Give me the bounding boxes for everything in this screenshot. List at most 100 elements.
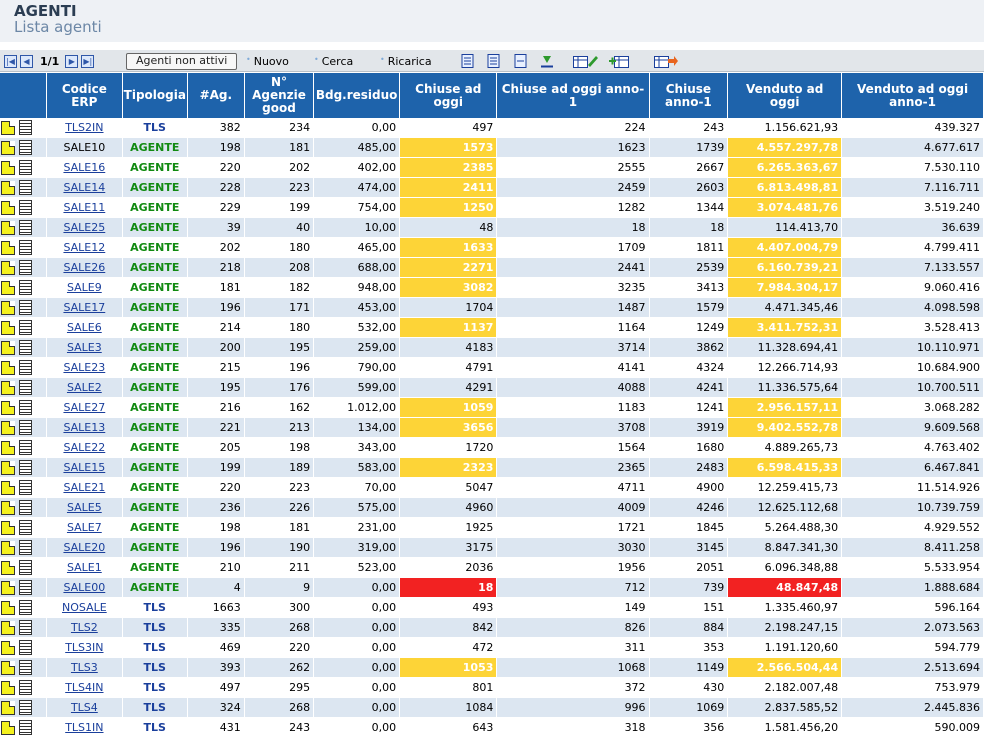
edit-document-icon[interactable] bbox=[1, 500, 15, 515]
add-row-icon[interactable] bbox=[608, 54, 634, 68]
details-list-icon[interactable] bbox=[19, 720, 32, 735]
details-list-icon[interactable] bbox=[19, 380, 32, 395]
details-list-icon[interactable] bbox=[19, 440, 32, 455]
cerca-button[interactable]: Cerca bbox=[314, 55, 354, 68]
edit-document-icon[interactable] bbox=[1, 560, 15, 575]
edit-document-icon[interactable] bbox=[1, 220, 15, 235]
details-list-icon[interactable] bbox=[19, 280, 32, 295]
details-list-icon[interactable] bbox=[19, 220, 32, 235]
edit-document-icon[interactable] bbox=[1, 320, 15, 335]
codice-erp-link[interactable]: SALE9 bbox=[67, 281, 102, 294]
edit-document-icon[interactable] bbox=[1, 420, 15, 435]
details-list-icon[interactable] bbox=[19, 540, 32, 555]
edit-document-icon[interactable] bbox=[1, 440, 15, 455]
list-view-icon[interactable] bbox=[487, 54, 501, 68]
edit-document-icon[interactable] bbox=[1, 580, 15, 595]
edit-document-icon[interactable] bbox=[1, 680, 15, 695]
details-list-icon[interactable] bbox=[19, 240, 32, 255]
codice-erp-link[interactable]: SALE20 bbox=[63, 541, 105, 554]
details-list-icon[interactable] bbox=[19, 460, 32, 475]
nuovo-button[interactable]: Nuovo bbox=[246, 55, 289, 68]
codice-erp-link[interactable]: SALE5 bbox=[67, 501, 102, 514]
edit-document-icon[interactable] bbox=[1, 200, 15, 215]
details-list-icon[interactable] bbox=[19, 660, 32, 675]
codice-erp-link[interactable]: SALE11 bbox=[63, 201, 105, 214]
col-header-chiuse-ad-oggi-anno-1[interactable]: Chiuse ad oggi anno-1 bbox=[496, 73, 650, 118]
codice-erp-link[interactable]: SALE6 bbox=[67, 321, 102, 334]
edit-document-icon[interactable] bbox=[1, 380, 15, 395]
edit-document-icon[interactable] bbox=[1, 480, 15, 495]
edit-document-icon[interactable] bbox=[1, 640, 15, 655]
first-page-icon[interactable]: |◀ bbox=[4, 54, 17, 68]
edit-document-icon[interactable] bbox=[1, 660, 15, 675]
codice-erp-link[interactable]: TLS3 bbox=[71, 661, 98, 674]
edit-document-icon[interactable] bbox=[1, 400, 15, 415]
edit-document-icon[interactable] bbox=[1, 460, 15, 475]
codice-erp-link[interactable]: TLS2IN bbox=[65, 121, 103, 134]
codice-erp-link[interactable]: SALE21 bbox=[63, 481, 105, 494]
codice-erp-link[interactable]: TLS1IN bbox=[65, 721, 103, 734]
edit-document-icon[interactable] bbox=[1, 340, 15, 355]
col-header-chiuse-anno-1[interactable]: Chiuse anno-1 bbox=[649, 73, 729, 118]
download-icon[interactable] bbox=[540, 54, 554, 68]
col-header-agenzie-good[interactable]: N° Agenzie good bbox=[244, 73, 315, 118]
codice-erp-link[interactable]: SALE2 bbox=[67, 381, 102, 394]
edit-document-icon[interactable] bbox=[1, 520, 15, 535]
details-list-icon[interactable] bbox=[19, 340, 32, 355]
details-list-icon[interactable] bbox=[19, 200, 32, 215]
col-header-chiuse-ad-oggi[interactable]: Chiuse ad oggi bbox=[399, 73, 498, 118]
codice-erp-link[interactable]: SALE17 bbox=[63, 301, 105, 314]
col-header-codice-erp[interactable]: Codice ERP bbox=[46, 73, 123, 118]
edit-document-icon[interactable] bbox=[1, 120, 15, 135]
details-list-icon[interactable] bbox=[19, 120, 32, 135]
details-list-icon[interactable] bbox=[19, 580, 32, 595]
edit-document-icon[interactable] bbox=[1, 160, 15, 175]
details-list-icon[interactable] bbox=[19, 520, 32, 535]
edit-document-icon[interactable] bbox=[1, 180, 15, 195]
codice-erp-link[interactable]: SALE26 bbox=[63, 261, 105, 274]
prev-page-icon[interactable]: ◀ bbox=[20, 54, 33, 68]
col-header-num-ag[interactable]: #Ag. bbox=[187, 73, 245, 118]
codice-erp-link[interactable]: SALE14 bbox=[63, 181, 105, 194]
col-header-venduto-ad-oggi[interactable]: Venduto ad oggi bbox=[727, 73, 843, 118]
details-list-icon[interactable] bbox=[19, 300, 32, 315]
edit-document-icon[interactable] bbox=[1, 600, 15, 615]
ricarica-button[interactable]: Ricarica bbox=[380, 55, 432, 68]
edit-document-icon[interactable] bbox=[1, 360, 15, 375]
codice-erp-link[interactable]: SALE25 bbox=[63, 221, 105, 234]
details-list-icon[interactable] bbox=[19, 320, 32, 335]
col-header-tipologia[interactable]: Tipologia bbox=[122, 73, 188, 118]
next-page-icon[interactable]: ▶ bbox=[65, 54, 79, 68]
details-list-icon[interactable] bbox=[19, 640, 32, 655]
details-list-icon[interactable] bbox=[19, 360, 32, 375]
details-list-icon[interactable] bbox=[19, 620, 32, 635]
details-list-icon[interactable] bbox=[19, 420, 32, 435]
edit-document-icon[interactable] bbox=[1, 140, 15, 155]
inactive-agents-button[interactable]: Agenti non attivi bbox=[126, 52, 238, 70]
codice-erp-link[interactable]: SALE27 bbox=[63, 401, 105, 414]
col-header-bdg-residuo[interactable]: Bdg.residuo bbox=[313, 73, 401, 118]
details-list-icon[interactable] bbox=[19, 560, 32, 575]
details-list-icon[interactable] bbox=[19, 700, 32, 715]
codice-erp-link[interactable]: SALE12 bbox=[63, 241, 105, 254]
edit-document-icon[interactable] bbox=[1, 700, 15, 715]
export-icon[interactable] bbox=[654, 54, 678, 68]
codice-erp-link[interactable]: SALE13 bbox=[63, 421, 105, 434]
codice-erp-link[interactable]: TLS2 bbox=[71, 621, 98, 634]
details-list-icon[interactable] bbox=[19, 160, 32, 175]
codice-erp-link[interactable]: TLS4IN bbox=[65, 681, 103, 694]
details-list-icon[interactable] bbox=[19, 600, 32, 615]
details-list-icon[interactable] bbox=[19, 500, 32, 515]
edit-document-icon[interactable] bbox=[1, 240, 15, 255]
edit-document-icon[interactable] bbox=[1, 260, 15, 275]
codice-erp-link[interactable]: NOSALE bbox=[62, 601, 107, 614]
codice-erp-link[interactable]: SALE23 bbox=[63, 361, 105, 374]
codice-erp-link[interactable]: SALE15 bbox=[63, 461, 105, 474]
edit-document-icon[interactable] bbox=[1, 540, 15, 555]
edit-document-icon[interactable] bbox=[1, 620, 15, 635]
details-list-icon[interactable] bbox=[19, 260, 32, 275]
details-list-icon[interactable] bbox=[19, 180, 32, 195]
edit-document-icon[interactable] bbox=[1, 300, 15, 315]
codice-erp-link[interactable]: SALE3 bbox=[67, 341, 102, 354]
edit-document-icon[interactable] bbox=[1, 720, 15, 735]
